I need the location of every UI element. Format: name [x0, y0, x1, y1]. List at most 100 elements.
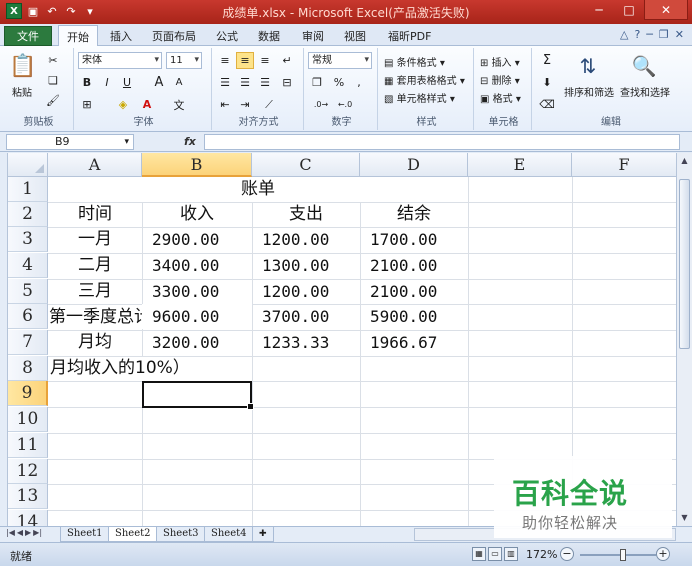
table-cell-income[interactable]: 3200.00	[142, 330, 252, 355]
border-icon[interactable]: ⊞	[78, 96, 96, 113]
currency-icon[interactable]: ❐	[308, 74, 326, 91]
table-cell-income[interactable]: 3300.00	[142, 279, 252, 304]
sheet-tab-4[interactable]: Sheet4	[204, 527, 254, 542]
paste-icon[interactable]: 📋	[9, 52, 36, 80]
tab-data[interactable]: 数据	[258, 28, 280, 44]
conditional-format-button[interactable]: ▤ 条件格式 ▾	[384, 54, 445, 69]
table-row-label[interactable]: 一月	[48, 227, 142, 252]
tab-home[interactable]: 开始	[58, 25, 98, 47]
table-row-label[interactable]: 二月	[48, 253, 142, 278]
name-box[interactable]: B9	[6, 134, 134, 150]
format-painter-icon[interactable]: 🖌	[44, 92, 62, 109]
header-cell-income[interactable]: 收入	[142, 202, 252, 227]
table-cell-balance[interactable]: 2100.00	[360, 253, 468, 278]
comma-button[interactable]: ,	[350, 74, 368, 91]
tab-review[interactable]: 审阅	[302, 28, 324, 44]
first-sheet-icon[interactable]: |◀	[6, 528, 15, 537]
sheet-tab-2[interactable]: Sheet2	[108, 527, 158, 542]
font-color-icon[interactable]: A	[138, 96, 156, 113]
percent-button[interactable]: %	[330, 74, 348, 91]
sort-filter-icon[interactable]: ⇅	[574, 52, 602, 80]
header-cell-balance[interactable]: 结余	[360, 202, 468, 227]
table-row-label[interactable]: 第一季度总计	[48, 305, 142, 329]
zoom-level[interactable]: 172%	[526, 548, 557, 561]
insert-cells-button[interactable]: ⊞ 插入 ▾	[480, 54, 520, 69]
row-header-8[interactable]: 8	[8, 356, 48, 381]
doc-restore-icon[interactable]: ❐	[659, 28, 669, 41]
align-top-icon[interactable]: ≡	[216, 52, 234, 69]
row-header-13[interactable]: 13	[8, 484, 48, 509]
bold-button[interactable]: B	[78, 74, 96, 91]
formula-input[interactable]	[204, 134, 680, 150]
new-sheet-icon[interactable]: ✚	[252, 527, 274, 542]
clear-icon[interactable]: ⌫	[538, 96, 556, 113]
close-button[interactable]: ✕	[644, 0, 688, 20]
row-header-4[interactable]: 4	[8, 253, 48, 278]
number-format-select[interactable]: 常规	[308, 52, 372, 69]
sheet-tab-1[interactable]: Sheet1	[60, 527, 110, 542]
fill-icon[interactable]: ⬇	[538, 74, 556, 91]
decrease-indent-icon[interactable]: ⇤	[216, 96, 234, 113]
table-cell-balance[interactable]: 5900.00	[360, 304, 468, 329]
tab-foxit-pdf[interactable]: 福昕PDF	[388, 28, 431, 44]
grow-font-button[interactable]: A	[150, 74, 168, 91]
underline-button[interactable]: U	[118, 74, 136, 91]
vertical-scrollbar[interactable]: ▲ ▼	[676, 153, 692, 526]
align-right-icon[interactable]: ☰	[256, 74, 274, 91]
delete-cells-button[interactable]: ⊟ 删除 ▾	[480, 72, 520, 87]
table-row-label[interactable]: 月均	[48, 330, 142, 355]
ribbon-collapse-icon[interactable]: △	[620, 28, 628, 41]
page-layout-view-icon[interactable]: ▭	[488, 547, 502, 561]
row-header-9[interactable]: 9	[8, 381, 48, 406]
tab-insert[interactable]: 插入	[110, 28, 132, 44]
fill-color-icon[interactable]: ◈	[114, 96, 132, 113]
vertical-scroll-thumb[interactable]	[679, 179, 690, 349]
column-header-b[interactable]: B	[142, 153, 252, 177]
align-center-icon[interactable]: ☰	[236, 74, 254, 91]
table-cell-balance[interactable]: 2100.00	[360, 279, 468, 304]
minimize-button[interactable]: ─	[584, 0, 614, 20]
row-header-2[interactable]: 2	[8, 202, 48, 227]
table-cell-income[interactable]: 2900.00	[142, 227, 252, 252]
page-break-view-icon[interactable]: ▥	[504, 547, 518, 561]
table-cell-balance[interactable]: 1700.00	[360, 227, 468, 252]
cell-styles-button[interactable]: ▧ 单元格样式 ▾	[384, 90, 455, 105]
shrink-font-button[interactable]: A	[170, 74, 188, 91]
tab-formulas[interactable]: 公式	[216, 28, 238, 44]
decrease-decimal-icon[interactable]: ←.0	[336, 96, 354, 113]
wrap-text-icon[interactable]: ↵	[278, 52, 296, 69]
table-cell-expense[interactable]: 1200.00	[252, 227, 360, 252]
find-select-icon[interactable]: 🔍	[630, 52, 658, 80]
italic-button[interactable]: I	[98, 74, 116, 91]
column-header-e[interactable]: E	[468, 153, 572, 177]
scroll-down-icon[interactable]: ▼	[677, 510, 692, 526]
normal-view-icon[interactable]: ▦	[472, 547, 486, 561]
zoom-slider-thumb[interactable]	[620, 549, 626, 561]
tab-page-layout[interactable]: 页面布局	[152, 28, 196, 44]
font-name-select[interactable]: 宋体	[78, 52, 162, 69]
increase-decimal-icon[interactable]: .0→	[312, 96, 330, 113]
table-cell-expense[interactable]: 1233.33	[252, 330, 360, 355]
row-header-10[interactable]: 10	[8, 407, 48, 432]
tab-view[interactable]: 视图	[344, 28, 366, 44]
doc-close-icon[interactable]: ✕	[675, 28, 684, 41]
align-bottom-icon[interactable]: ≡	[256, 52, 274, 69]
row-header-3[interactable]: 3	[8, 227, 48, 252]
table-cell-balance[interactable]: 1966.67	[360, 330, 468, 355]
table-row-label[interactable]: 三月	[48, 279, 142, 304]
column-header-f[interactable]: F	[572, 153, 676, 177]
table-cell-expense[interactable]: 1200.00	[252, 279, 360, 304]
zoom-out-button[interactable]: −	[560, 547, 574, 561]
note-cell[interactable]: 月均收入的10%）	[50, 356, 250, 381]
sheet-tab-3[interactable]: Sheet3	[156, 527, 206, 542]
last-sheet-icon[interactable]: ▶|	[33, 528, 42, 537]
select-all-corner[interactable]	[8, 153, 48, 177]
tab-file[interactable]: 文件	[4, 26, 52, 46]
format-cells-button[interactable]: ▣ 格式 ▾	[480, 90, 521, 105]
row-header-7[interactable]: 7	[8, 330, 48, 355]
zoom-slider[interactable]	[580, 554, 656, 556]
help-icon[interactable]: ?	[634, 28, 640, 41]
copy-icon[interactable]: ❏	[44, 72, 62, 89]
table-cell-income[interactable]: 9600.00	[142, 304, 252, 329]
table-cell-expense[interactable]: 1300.00	[252, 253, 360, 278]
